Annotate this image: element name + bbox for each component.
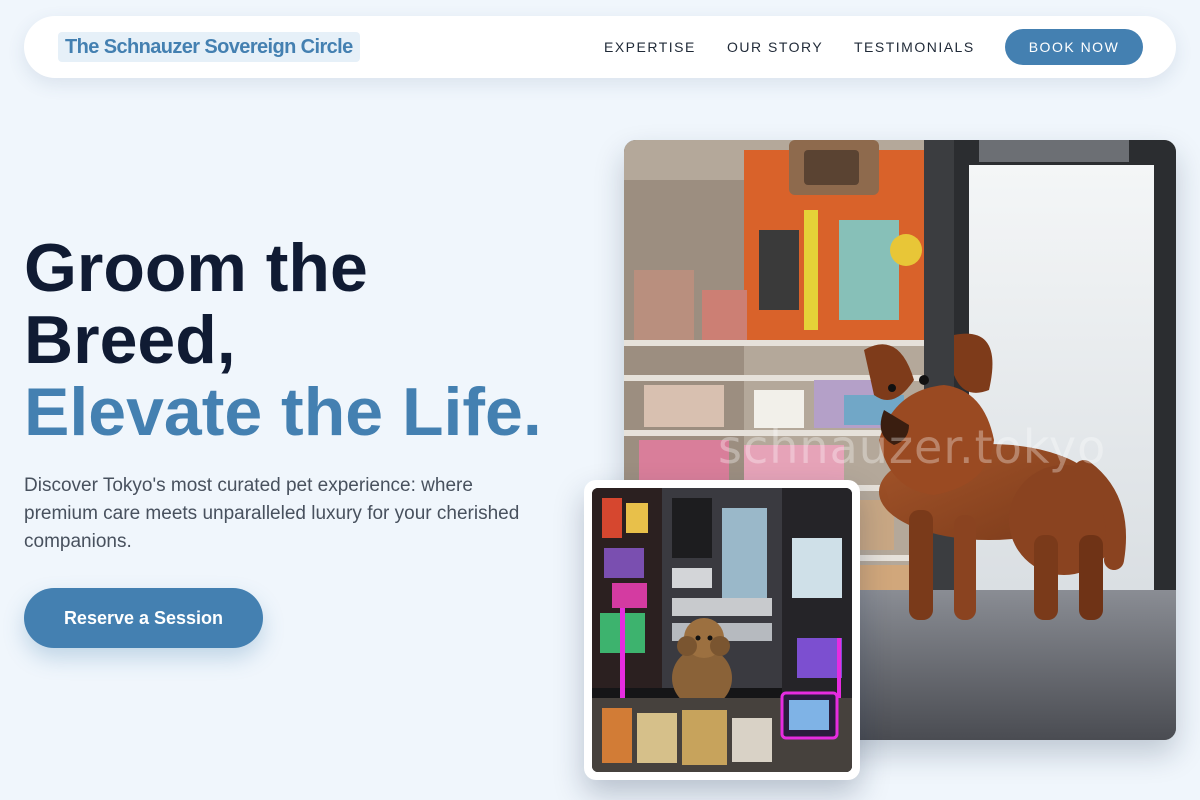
headline-line-2: Breed, — [24, 302, 236, 378]
inset-photo-poodle — [584, 480, 860, 780]
brand-logo-link[interactable]: The Schnauzer Sovereign Circle — [58, 32, 360, 62]
book-now-button[interactable]: BOOK NOW — [1005, 29, 1143, 65]
nav-link-our-story[interactable]: OUR STORY — [727, 39, 823, 55]
headline-accent: Elevate the Life. — [24, 374, 542, 450]
reserve-session-button[interactable]: Reserve a Session — [24, 588, 263, 648]
headline-line-1: Groom the — [24, 230, 368, 306]
hero-headline: Groom the Breed, Elevate the Life. — [24, 232, 604, 448]
nav-link-expertise[interactable]: EXPERTISE — [604, 39, 696, 55]
poodle-shop-illustration — [592, 488, 852, 772]
hero-description: Discover Tokyo's most curated pet experi… — [24, 475, 520, 552]
image-watermark: schnauzer.tokyo — [718, 420, 1107, 474]
nav-link-testimonials[interactable]: TESTIMONIALS — [854, 39, 975, 55]
top-navigation: The Schnauzer Sovereign Circle EXPERTISE… — [24, 16, 1176, 78]
